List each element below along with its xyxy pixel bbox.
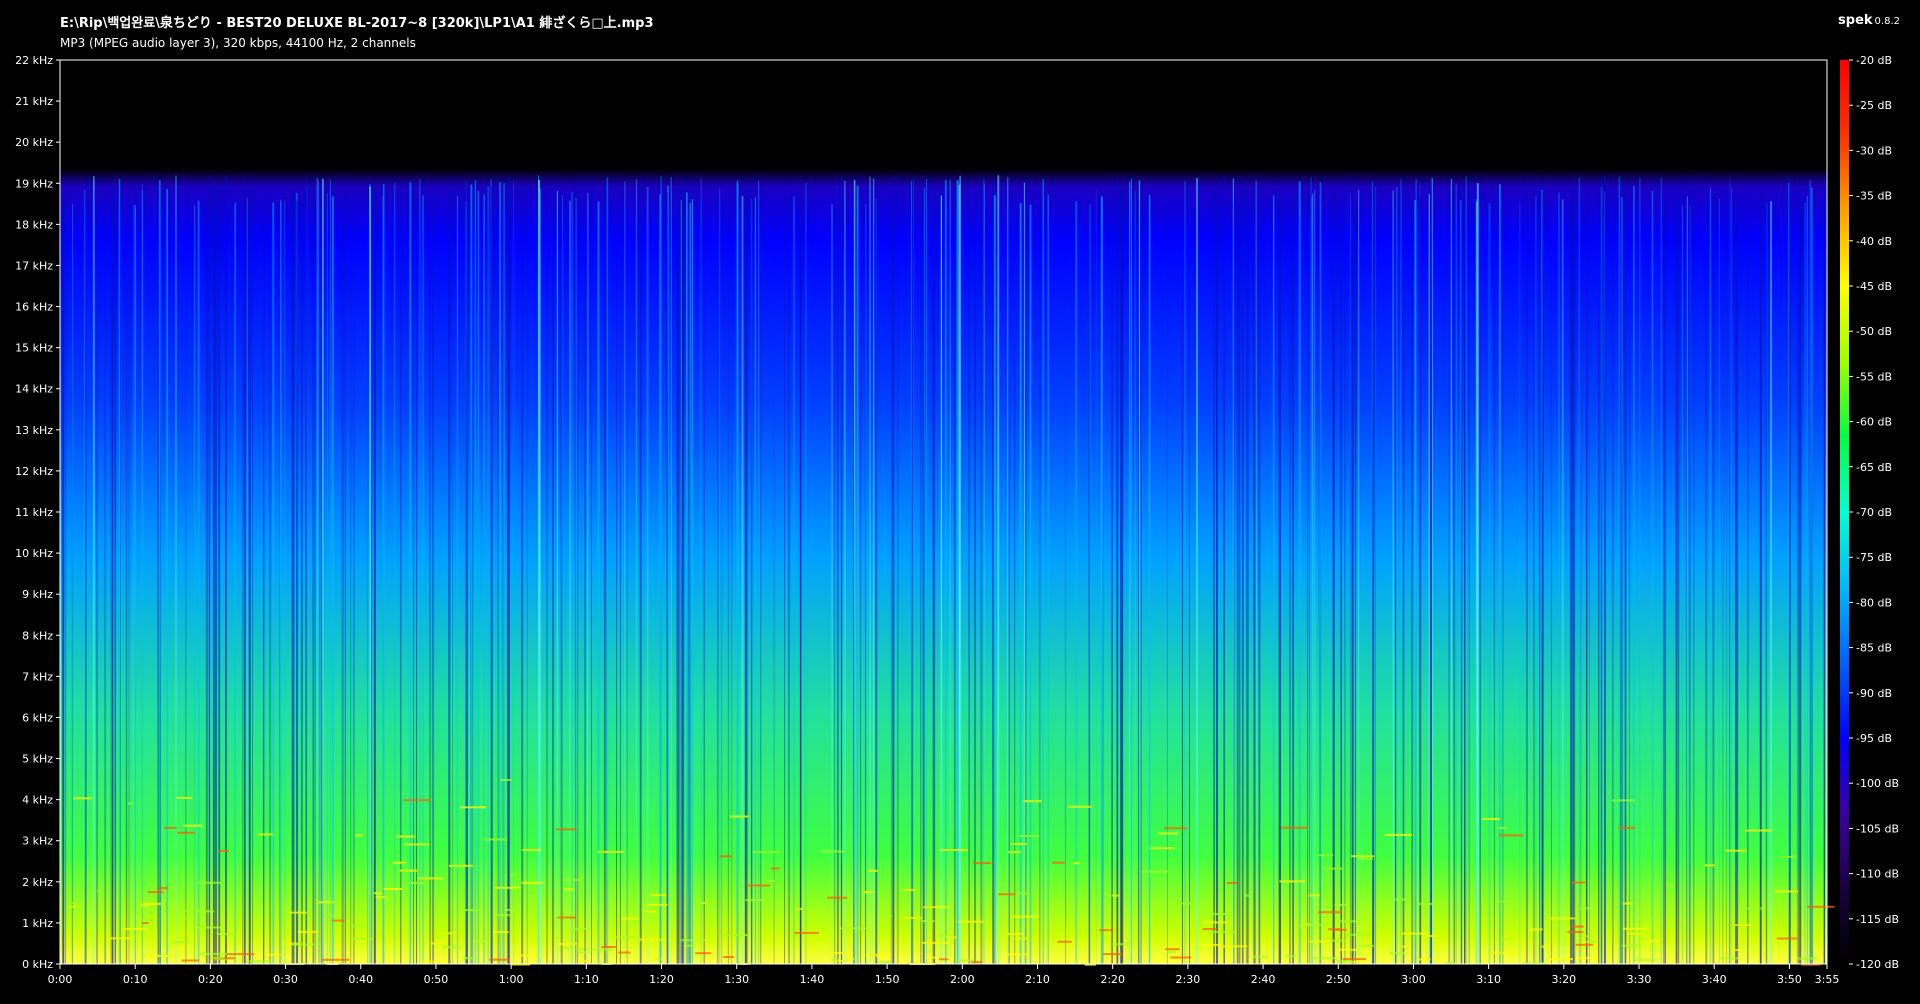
y-tick-label: 17 kHz [15,259,53,272]
x-tick-label: 3:55 [1815,973,1840,986]
db-tick-label: -120 dB [1856,958,1899,971]
y-tick-label: 3 kHz [22,835,53,848]
x-tick-label: 1:30 [724,973,749,986]
x-tick-label: 1:50 [875,973,900,986]
y-tick-label: 1 kHz [22,917,53,930]
y-tick-label: 2 kHz [22,876,53,889]
x-tick-label: 0:10 [123,973,148,986]
spectrogram-chart: 0 kHz 1 kHz 2 kHz 3 kHz 4 kHz 5 kHz 6 kHz 7 kHz… [15,54,1899,986]
y-tick-label: 9 kHz [22,588,53,601]
db-tick-label: -65 dB [1856,461,1892,474]
y-tick-label: 11 kHz [15,506,53,519]
y-tick-label: 5 kHz [22,753,53,766]
x-tick-label: 1:00 [499,973,524,986]
x-tick-label: 0:30 [273,973,298,986]
y-tick-label: 4 kHz [22,794,53,807]
x-tick-label: 3:00 [1401,973,1426,986]
db-tick-label: -110 dB [1856,868,1899,881]
db-tick-label: -55 dB [1856,370,1892,383]
x-tick-label: 3:10 [1476,973,1501,986]
x-tick-label: 1:10 [574,973,599,986]
db-tick-label: -80 dB [1856,596,1892,609]
x-tick-label: 0:40 [348,973,373,986]
db-tick-label: -105 dB [1856,822,1899,835]
db-tick-label: -95 dB [1856,732,1892,745]
spek-window: E:\Rip\백업완료\泉ちどり - BEST20 DELUXE BL-2017… [0,0,1920,1004]
db-tick-label: -40 dB [1856,235,1892,248]
y-tick-label: 20 kHz [15,136,53,149]
x-tick-label: 3:50 [1777,973,1802,986]
db-tick-label: -35 dB [1856,190,1892,203]
db-tick-label: -85 dB [1856,642,1892,655]
db-tick-label: -25 dB [1856,99,1892,112]
x-tick-label: 2:10 [1025,973,1050,986]
y-tick-label: 15 kHz [15,342,53,355]
db-tick-label: -45 dB [1856,280,1892,293]
x-tick-label: 2:30 [1176,973,1201,986]
y-tick-label: 10 kHz [15,547,53,560]
x-tick-label: 0:20 [198,973,223,986]
y-tick-label: 22 kHz [15,54,53,67]
db-tick-label: -70 dB [1856,506,1892,519]
x-tick-label: 3:20 [1551,973,1576,986]
y-tick-label: 19 kHz [15,177,53,190]
x-tick-label: 1:20 [649,973,674,986]
y-tick-label: 6 kHz [22,711,53,724]
db-tick-label: -30 dB [1856,144,1892,157]
db-tick-label: -75 dB [1856,551,1892,564]
db-tick-label: -100 dB [1856,777,1899,790]
db-tick-label: -115 dB [1856,913,1899,926]
y-tick-label: 7 kHz [22,670,53,683]
x-tick-label: 0:00 [48,973,73,986]
db-tick-label: -60 dB [1856,416,1892,429]
y-tick-label: 14 kHz [15,383,53,396]
x-tick-label: 3:30 [1627,973,1652,986]
x-tick-label: 2:40 [1251,973,1276,986]
db-tick-label: -20 dB [1856,54,1892,67]
x-tick-label: 2:20 [1100,973,1125,986]
y-tick-label: 0 kHz [22,958,53,971]
color-scale-bar [1840,60,1849,964]
x-tick-label: 0:50 [424,973,449,986]
y-tick-label: 8 kHz [22,629,53,642]
x-tick-label: 2:50 [1326,973,1351,986]
y-tick-label: 16 kHz [15,301,53,314]
x-tick-label: 1:40 [800,973,825,986]
db-tick-label: -90 dB [1856,687,1892,700]
y-tick-label: 18 kHz [15,218,53,231]
db-tick-label: -50 dB [1856,325,1892,338]
y-tick-label: 12 kHz [15,465,53,478]
x-tick-label: 2:00 [950,973,975,986]
x-tick-label: 3:40 [1702,973,1727,986]
y-tick-label: 13 kHz [15,424,53,437]
y-tick-label: 21 kHz [15,95,53,108]
